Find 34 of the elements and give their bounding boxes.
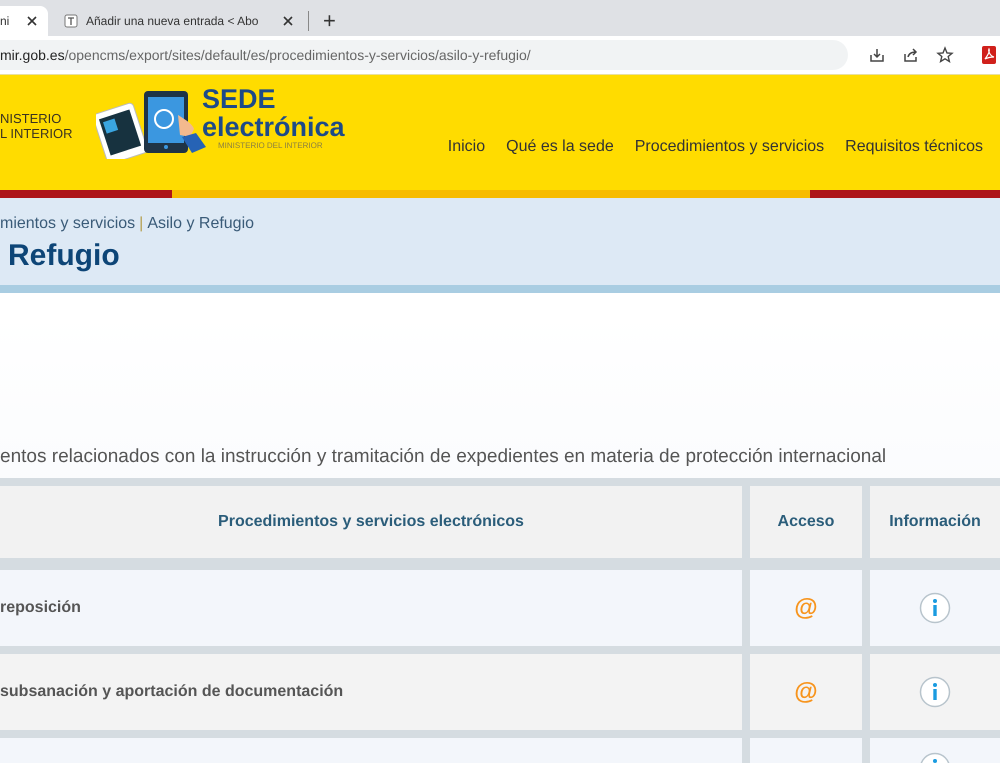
share-icon[interactable] — [902, 46, 920, 64]
browser-tab[interactable]: Añadir una nueva entrada < Abo — [54, 6, 304, 36]
logo-subtitle: electrónica — [202, 113, 345, 141]
nav-link[interactable]: Qué es la sede — [506, 138, 614, 156]
close-icon[interactable] — [26, 15, 38, 27]
address-field[interactable]: mir.gob.es/opencms/export/sites/default/es/procedimientos-y-servicios/asilo-y-refugio/ — [0, 40, 848, 70]
breadcrumb-separator: | — [139, 215, 144, 233]
column-header: Procedimientos y servicios electrónicos — [0, 486, 742, 558]
nav-link[interactable]: Inicio — [448, 138, 486, 156]
download-icon[interactable] — [868, 46, 886, 64]
table-cell: subsanación y aportación de documentación — [0, 654, 742, 730]
new-tab-button[interactable]: + — [317, 6, 342, 36]
page-favicon-icon[interactable] — [64, 14, 78, 28]
tab-title: ni — [0, 14, 10, 28]
logo-title: SEDE — [202, 85, 277, 113]
close-icon[interactable] — [282, 15, 294, 27]
ministry-name: L INTERIOR — [0, 126, 74, 141]
logo-caption: MINISTERIO DEL INTERIOR — [217, 141, 324, 150]
nav-link[interactable]: Procedimientos y servicios — [634, 138, 824, 156]
nav-link[interactable]: Requisitos técnicos — [845, 138, 983, 156]
table-cell: reposición — [0, 570, 742, 646]
tab-title: Añadir una nueva entrada < Abo — [86, 14, 260, 28]
star-icon[interactable] — [936, 46, 954, 64]
pdf-icon[interactable] — [982, 46, 996, 64]
info-icon[interactable] — [919, 592, 951, 624]
browser-tab[interactable]: ni — [0, 6, 48, 36]
breadcrumb-link[interactable]: mientos y servicios — [0, 215, 136, 233]
column-header: Información — [870, 486, 1000, 558]
intro-text: entos relacionados con la instrucción y tramitación de expedientes en materia de protección internacional — [0, 446, 888, 468]
column-header: Acceso — [750, 486, 862, 558]
breadcrumb-link[interactable]: Asilo y Refugio — [147, 215, 254, 233]
info-icon[interactable] — [919, 676, 951, 708]
page-title: Refugio — [8, 239, 121, 273]
ministry-name: NISTERIO — [0, 111, 62, 126]
